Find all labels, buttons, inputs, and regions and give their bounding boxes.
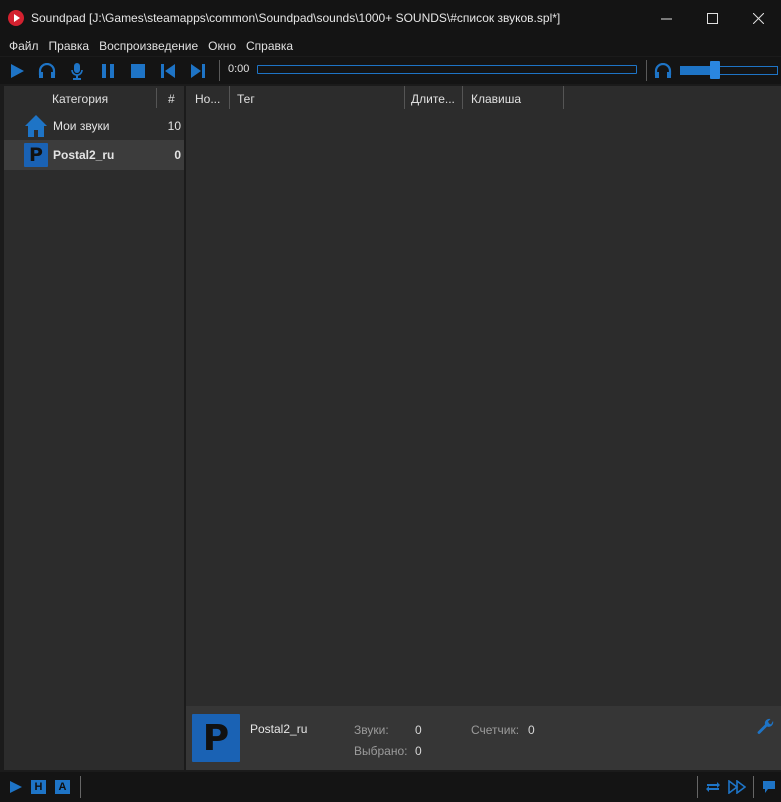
- pause-icon: [102, 64, 114, 78]
- column-separator[interactable]: [563, 86, 564, 109]
- speech-bubble-icon: [763, 781, 775, 793]
- category-header: Категория #: [4, 86, 184, 111]
- previous-button[interactable]: [158, 61, 178, 81]
- selected-value: 0: [415, 744, 422, 758]
- menu-help[interactable]: Справка: [241, 39, 298, 53]
- sounds-label: Звуки:: [354, 723, 389, 737]
- microphone-icon: [71, 62, 83, 80]
- headphones-icon: [38, 63, 56, 78]
- maximize-button[interactable]: [689, 0, 735, 36]
- category-count: 0: [174, 148, 181, 162]
- stop-icon: [131, 64, 145, 78]
- column-separator[interactable]: [229, 86, 230, 109]
- status-bar: H A: [0, 772, 781, 802]
- pause-button[interactable]: [98, 61, 118, 81]
- next-icon: [191, 64, 205, 78]
- category-sidebar: Категория # Мои звуки 10 P Postal2_ru 0: [4, 86, 184, 770]
- wrench-icon[interactable]: [757, 718, 775, 736]
- playback-progress-bar[interactable]: [257, 65, 637, 74]
- status-separator: [753, 776, 754, 798]
- status-separator: [80, 776, 81, 798]
- minimize-icon: [660, 18, 672, 19]
- duration-column-header[interactable]: Длите...: [411, 92, 455, 106]
- category-label: Postal2_ru: [53, 148, 115, 162]
- selected-label: Выбрано:: [354, 744, 408, 758]
- category-column-header[interactable]: Категория: [52, 92, 108, 106]
- status-separator: [697, 776, 698, 798]
- output-headphones-button[interactable]: [653, 61, 673, 81]
- minimize-button[interactable]: [643, 0, 689, 36]
- auto-toggle[interactable]: A: [55, 778, 70, 796]
- feedback-button[interactable]: [761, 778, 777, 796]
- headphones-button[interactable]: [37, 61, 57, 81]
- menu-edit[interactable]: Правка: [44, 39, 95, 53]
- repeat-button[interactable]: [704, 778, 722, 796]
- menu-file[interactable]: Файл: [4, 39, 44, 53]
- count-column-header[interactable]: #: [168, 92, 175, 106]
- previous-icon: [161, 64, 175, 78]
- toolbar-separator: [646, 60, 647, 81]
- toolbar-separator: [219, 60, 220, 81]
- window-controls: [643, 0, 781, 36]
- tag-column-header[interactable]: Тег: [237, 92, 255, 106]
- home-icon: [25, 115, 47, 137]
- soundpad-logo-icon: [8, 10, 24, 26]
- volume-slider[interactable]: [680, 66, 778, 75]
- category-count: 10: [167, 119, 181, 133]
- window-title: Soundpad [J:\Games\steamapps\common\Soun…: [31, 11, 561, 25]
- column-separator[interactable]: [462, 86, 463, 109]
- counter-value: 0: [528, 723, 535, 737]
- title-bar: Soundpad [J:\Games\steamapps\common\Soun…: [0, 0, 781, 36]
- menu-window[interactable]: Окно: [203, 39, 241, 53]
- menu-playback[interactable]: Воспроизведение: [94, 39, 203, 53]
- hotkey-column-header[interactable]: Клавиша: [471, 92, 521, 106]
- a-badge-icon: A: [55, 780, 70, 794]
- close-icon: [752, 12, 764, 24]
- playback-toolbar: 0:00: [0, 57, 781, 84]
- menu-bar: Файл Правка Воспроизведение Окно Справка: [0, 36, 781, 56]
- play-mode-button[interactable]: [8, 778, 24, 796]
- category-item-my-sounds[interactable]: Мои звуки 10: [4, 111, 184, 141]
- play-icon: [10, 781, 22, 793]
- close-button[interactable]: [735, 0, 781, 36]
- counter-label: Счетчик:: [471, 723, 520, 737]
- h-badge-icon: H: [31, 780, 46, 794]
- playback-time: 0:00: [228, 63, 250, 75]
- column-separator: [156, 88, 157, 108]
- category-info-panel: P Postal2_ru Звуки: 0 Счетчик: 0 Выбрано…: [186, 706, 781, 770]
- play-next-button[interactable]: [728, 778, 746, 796]
- maximize-icon: [706, 12, 718, 24]
- volume-slider-remaining: [715, 66, 778, 75]
- hotkeys-toggle[interactable]: H: [31, 778, 46, 796]
- fast-forward-icon: [728, 780, 746, 794]
- microphone-button[interactable]: [67, 61, 87, 81]
- repeat-icon: [706, 782, 720, 792]
- next-button[interactable]: [188, 61, 208, 81]
- p-badge-icon: P: [24, 143, 48, 167]
- stop-button[interactable]: [128, 61, 148, 81]
- headphones-icon: [654, 63, 672, 78]
- p-badge-icon: P: [192, 714, 240, 762]
- column-separator[interactable]: [404, 86, 405, 109]
- sounds-value: 0: [415, 723, 422, 737]
- volume-slider-thumb[interactable]: [710, 61, 720, 79]
- sound-list[interactable]: Но... Тег Длите... Клавиша: [186, 86, 781, 706]
- play-button[interactable]: [7, 61, 27, 81]
- category-label: Мои звуки: [53, 119, 110, 133]
- category-item-postal2-ru[interactable]: P Postal2_ru 0: [4, 140, 184, 170]
- play-icon: [11, 64, 24, 78]
- number-column-header[interactable]: Но...: [195, 92, 220, 106]
- info-category-name: Postal2_ru: [250, 722, 308, 736]
